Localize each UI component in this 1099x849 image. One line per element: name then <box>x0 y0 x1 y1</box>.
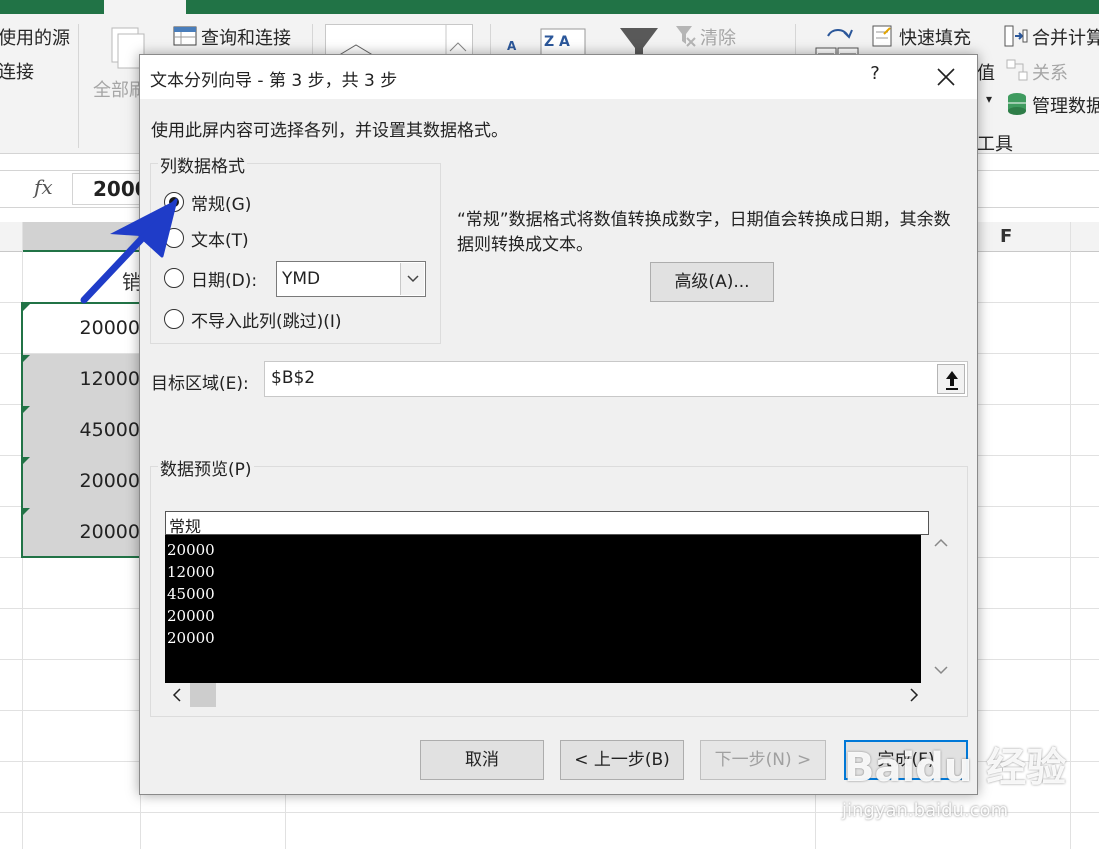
text-to-columns-dialog: 文本分列向导 - 第 3 步，共 3 步 ? 使用此屏内容可选择各列，并设置其数… <box>139 54 978 795</box>
dialog-description: 使用此屏内容可选择各列，并设置其数据格式。 <box>151 121 508 141</box>
consolidate-icon <box>1004 24 1028 48</box>
data-preview-label: 数据预览(P) <box>158 455 254 480</box>
annotation-arrow-icon <box>80 190 190 314</box>
flash-fill-icon <box>872 24 894 48</box>
clear-button[interactable]: 清除 <box>700 24 736 50</box>
manage-data-model-button[interactable]: 管理数据 <box>1032 92 1099 118</box>
ribbon-separator <box>78 24 79 148</box>
next-button[interactable]: 下一步(N) > <box>700 740 826 780</box>
scroll-thumb[interactable] <box>190 683 216 707</box>
column-header-f[interactable]: F <box>1000 226 1012 247</box>
preview-row: 20000 <box>167 629 215 647</box>
radio-text-label: 文本(T) <box>191 230 249 251</box>
dialog-title: 文本分列向导 - 第 3 步，共 3 步 <box>150 71 398 91</box>
dropdown-caret-icon: ▾ <box>986 92 993 106</box>
queries-connections-button[interactable]: 查询和连接 <box>201 24 291 50</box>
arrow-up-icon <box>946 371 958 390</box>
recent-sources-button[interactable]: 使用的源 <box>0 24 70 50</box>
destination-label: 目标区域(E): <box>151 374 249 394</box>
preview-vertical-scrollbar[interactable] <box>929 535 953 683</box>
preview-body[interactable]: 20000 12000 45000 20000 20000 <box>165 535 921 683</box>
close-icon <box>937 68 955 86</box>
preview-row: 45000 <box>167 585 215 603</box>
excel-title-strip <box>0 0 1099 14</box>
data-preview[interactable]: 常规 20000 12000 45000 20000 20000 <box>165 511 929 683</box>
preview-horizontal-scrollbar[interactable] <box>165 683 929 707</box>
help-button[interactable]: ? <box>862 63 888 91</box>
svg-text:Z A: Z A <box>544 34 570 50</box>
preview-row: 12000 <box>167 563 215 581</box>
column-format-label: 列数据格式 <box>158 152 247 177</box>
date-format-value: YMD <box>282 269 321 289</box>
dialog-title-bar[interactable]: 文本分列向导 - 第 3 步，共 3 步 ? <box>140 55 977 99</box>
scroll-arrows-icon <box>934 538 948 675</box>
radio-skip-column[interactable]: 不导入此列(跳过)(I) <box>164 306 342 332</box>
consolidate-button[interactable]: 合并计算 <box>1032 24 1099 50</box>
data-tools-group-label: 工具 <box>977 134 1013 155</box>
queries-icon <box>173 26 197 46</box>
collapse-dialog-button[interactable] <box>937 364 965 394</box>
radio-date-label: 日期(D): <box>191 270 258 291</box>
date-format-select[interactable]: YMD <box>276 261 426 297</box>
radio-general-label: 常规(G) <box>191 194 252 215</box>
advanced-button[interactable]: 高级(A)... <box>650 262 774 302</box>
data-model-icon <box>1006 92 1028 116</box>
preview-row: 20000 <box>167 541 215 559</box>
ribbon-tab-data[interactable] <box>104 0 186 14</box>
relationships-button[interactable]: 关系 <box>1032 59 1068 85</box>
preview-column-header[interactable]: 常规 <box>165 511 929 536</box>
format-description: “常规”数据格式将数值转换成数字，日期值会转换成日期，其余数据则转换成文本。 <box>457 210 951 255</box>
relationships-icon <box>1006 59 1028 81</box>
clear-filter-icon <box>675 24 697 48</box>
flash-fill-button[interactable]: 快速填充 <box>899 24 971 50</box>
scroll-arrows-horizontal-icon <box>172 688 919 702</box>
baidu-jingyan-watermark: Baidu 经验 <box>844 745 1067 791</box>
destination-input[interactable]: $B$2 <box>264 361 968 397</box>
radio-skip-label: 不导入此列(跳过)(I) <box>191 311 342 332</box>
selection-border <box>21 302 141 558</box>
existing-connections-button[interactable]: 连接 <box>0 58 34 84</box>
insert-function-icon[interactable]: fx <box>34 175 53 199</box>
chevron-down-icon <box>407 275 419 283</box>
svg-text:A: A <box>507 39 517 53</box>
column-gridline <box>1070 222 1071 849</box>
remove-duplicates-button[interactable]: 值 <box>977 59 995 85</box>
back-button[interactable]: < 上一步(B) <box>560 740 684 780</box>
cancel-button[interactable]: 取消 <box>420 740 544 780</box>
preview-row: 20000 <box>167 607 215 625</box>
watermark-url: jingyan.baidu.com <box>842 800 1009 821</box>
dropdown-button[interactable] <box>400 263 424 295</box>
destination-value: $B$2 <box>271 368 316 388</box>
close-button[interactable] <box>930 61 962 93</box>
